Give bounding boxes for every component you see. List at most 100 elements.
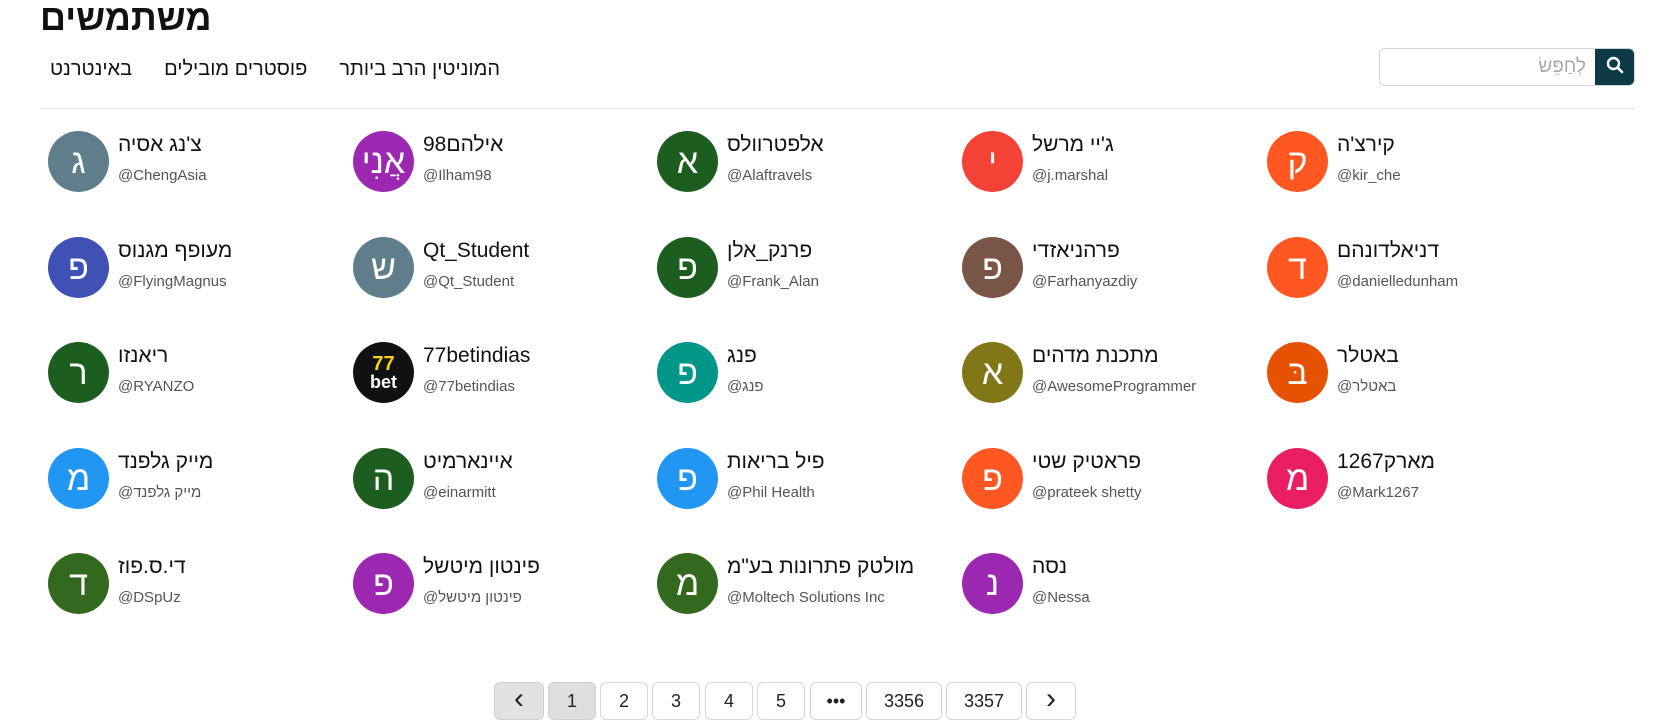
- user-name[interactable]: פינטון מיטשל: [423, 553, 540, 581]
- page-3-button[interactable]: 3: [652, 682, 700, 720]
- user-card[interactable]: י ג'יי מרשל @j.marshal: [962, 131, 1262, 201]
- prev-page-button[interactable]: ‹: [494, 682, 544, 720]
- user-card[interactable]: ק קירצ'ה @kir_che: [1267, 131, 1567, 201]
- user-avatar[interactable]: נ: [962, 553, 1023, 614]
- user-name[interactable]: די.ס.פוז: [118, 553, 186, 581]
- user-name[interactable]: פיל בריאות: [727, 448, 825, 476]
- user-card[interactable]: ה איינארמיט @einarmitt: [353, 448, 653, 518]
- user-avatar[interactable]: א: [962, 342, 1023, 403]
- page-2-button[interactable]: 2: [600, 682, 648, 720]
- user-avatar[interactable]: א: [657, 131, 718, 192]
- user-handle[interactable]: @RYANZO: [118, 377, 194, 397]
- user-card[interactable]: פ פיל בריאות @Phil Health: [657, 448, 957, 518]
- user-handle[interactable]: @ChengAsia: [118, 166, 207, 186]
- user-card[interactable]: ד די.ס.פוז @DSpUz: [48, 553, 348, 623]
- user-card[interactable]: מ מייק גלפנד @מייק גלפנד: [48, 448, 348, 518]
- user-card[interactable]: מ מולטק פתרונות בע"מ @Moltech Solutions In…: [657, 553, 957, 623]
- user-avatar[interactable]: פ: [962, 448, 1023, 509]
- user-avatar[interactable]: ד: [1267, 237, 1328, 298]
- user-handle[interactable]: @DSpUz: [118, 588, 181, 608]
- user-handle[interactable]: @77betindias: [423, 377, 515, 397]
- user-card[interactable]: 77 bet 77betindias @77betindias: [353, 342, 653, 412]
- user-card[interactable]: פ פינטון מיטשל @פינטון מיטשל: [353, 553, 653, 623]
- user-handle[interactable]: @מייק גלפנד: [118, 483, 201, 503]
- page-3356-button[interactable]: 3356: [866, 682, 942, 720]
- user-card[interactable]: ש Qt_Student @Qt_Student: [353, 237, 653, 307]
- user-handle[interactable]: @kir_che: [1337, 166, 1401, 186]
- user-avatar[interactable]: מ: [657, 553, 718, 614]
- user-name[interactable]: פנג: [727, 342, 757, 370]
- user-avatar[interactable]: מ: [48, 448, 109, 509]
- user-card[interactable]: ד דניאלדונהם @danielledunham: [1267, 237, 1567, 307]
- user-name[interactable]: איינארמיט: [423, 448, 513, 476]
- user-name[interactable]: אילהם98: [423, 131, 503, 159]
- user-avatar[interactable]: פ: [657, 342, 718, 403]
- user-card[interactable]: א אלפטרוולס @Alaftravels: [657, 131, 957, 201]
- user-name[interactable]: Qt_Student: [423, 237, 529, 265]
- user-avatar[interactable]: ה: [353, 448, 414, 509]
- user-avatar[interactable]: מ: [1267, 448, 1328, 509]
- user-name[interactable]: 77betindias: [423, 342, 530, 370]
- user-avatar[interactable]: 77 bet: [353, 342, 414, 403]
- user-handle[interactable]: @Alaftravels: [727, 166, 812, 186]
- user-name[interactable]: קירצ'ה: [1337, 131, 1395, 159]
- user-handle[interactable]: @פינטון מיטשל: [423, 588, 522, 608]
- user-card[interactable]: אֲנִי אילהם98 @Ilham98: [353, 131, 653, 201]
- user-handle[interactable]: @einarmitt: [423, 483, 496, 503]
- user-handle[interactable]: @danielledunham: [1337, 272, 1458, 292]
- user-card[interactable]: ר ריאנזו @RYANZO: [48, 342, 348, 412]
- user-avatar[interactable]: ר: [48, 342, 109, 403]
- user-handle[interactable]: @Nessa: [1032, 588, 1090, 608]
- user-handle[interactable]: @Farhanyazdiy: [1032, 272, 1137, 292]
- user-card[interactable]: פ פרנק_אלן @Frank_Alan: [657, 237, 957, 307]
- user-card[interactable]: פ פרהניאזדי @Farhanyazdiy: [962, 237, 1262, 307]
- user-handle[interactable]: @Moltech Solutions Inc: [727, 588, 885, 608]
- user-name[interactable]: ריאנזו: [118, 342, 168, 370]
- page-5-button[interactable]: 5: [757, 682, 805, 720]
- user-name[interactable]: אלפטרוולס: [727, 131, 824, 159]
- user-handle[interactable]: @פנג: [727, 377, 764, 397]
- user-avatar[interactable]: פ: [962, 237, 1023, 298]
- user-avatar[interactable]: ד: [48, 553, 109, 614]
- user-name[interactable]: ג'יי מרשל: [1032, 131, 1114, 159]
- user-handle[interactable]: @Frank_Alan: [727, 272, 819, 292]
- user-handle[interactable]: @AwesomeProgrammer: [1032, 377, 1196, 397]
- user-name[interactable]: מתכנת מדהים: [1032, 342, 1159, 370]
- user-name[interactable]: צ'נג אסיה: [118, 131, 202, 159]
- user-handle[interactable]: @Mark1267: [1337, 483, 1419, 503]
- page-3357-button[interactable]: 3357: [946, 682, 1022, 720]
- user-name[interactable]: פרנק_אלן: [727, 237, 812, 265]
- user-avatar[interactable]: פ: [353, 553, 414, 614]
- user-avatar[interactable]: ק: [1267, 131, 1328, 192]
- user-avatar[interactable]: ש: [353, 237, 414, 298]
- next-page-button[interactable]: ›: [1026, 682, 1076, 720]
- user-handle[interactable]: @Ilham98: [423, 166, 492, 186]
- user-handle[interactable]: @prateek shetty: [1032, 483, 1141, 503]
- user-name[interactable]: דניאלדונהם: [1337, 237, 1439, 265]
- user-name[interactable]: מולטק פתרונות בע"מ: [727, 553, 914, 581]
- page-4-button[interactable]: 4: [705, 682, 753, 720]
- user-avatar[interactable]: אֲנִי: [353, 131, 414, 192]
- user-avatar[interactable]: פ: [48, 237, 109, 298]
- user-name[interactable]: מארק1267: [1337, 448, 1435, 476]
- user-card[interactable]: פ מעופף מגנוס @FlyingMagnus: [48, 237, 348, 307]
- user-name[interactable]: מעופף מגנוס: [118, 237, 232, 265]
- user-avatar[interactable]: פ: [657, 448, 718, 509]
- user-handle[interactable]: @j.marshal: [1032, 166, 1108, 186]
- user-handle[interactable]: @FlyingMagnus: [118, 272, 227, 292]
- user-avatar[interactable]: בּ: [1267, 342, 1328, 403]
- user-card[interactable]: פ פנג @פנג: [657, 342, 957, 412]
- user-card[interactable]: פ פראטיק שטי @prateek shetty: [962, 448, 1262, 518]
- user-name[interactable]: נסה: [1032, 553, 1067, 581]
- user-avatar[interactable]: י: [962, 131, 1023, 192]
- user-name[interactable]: פראטיק שטי: [1032, 448, 1141, 476]
- user-card[interactable]: נ נסה @Nessa: [962, 553, 1262, 623]
- user-card[interactable]: בּ באטלר @באטלר: [1267, 342, 1567, 412]
- user-name[interactable]: באטלר: [1337, 342, 1399, 370]
- user-card[interactable]: מ מארק1267 @Mark1267: [1267, 448, 1567, 518]
- page-1-button[interactable]: 1: [548, 682, 596, 720]
- user-card[interactable]: א מתכנת מדהים @AwesomeProgrammer: [962, 342, 1262, 412]
- user-avatar[interactable]: פ: [657, 237, 718, 298]
- user-handle[interactable]: @Qt_Student: [423, 272, 514, 292]
- user-name[interactable]: מייק גלפנד: [118, 448, 213, 476]
